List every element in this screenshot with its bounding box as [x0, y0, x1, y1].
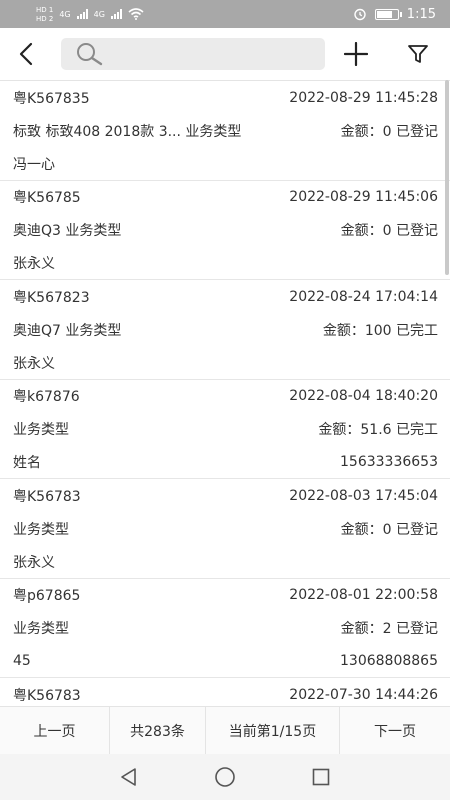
filter-button[interactable] — [400, 36, 436, 72]
scrollbar[interactable] — [445, 80, 449, 275]
record-time: 2022-08-29 11:45:28 — [289, 89, 438, 106]
plus-icon — [344, 42, 368, 66]
list-item[interactable]: 粤p67865 2022-08-01 22:00:58 业务类型 金额：2 已登记 … — [0, 579, 450, 678]
list-item[interactable]: 粤K56783 2022-08-03 17:45:04 业务类型 金额：0 已登记 … — [0, 479, 450, 579]
customer-name: 张永义 — [13, 256, 55, 272]
record-description: 奥迪Q7 业务类型 — [13, 322, 122, 339]
customer-name: 张永义 — [13, 355, 55, 372]
list-item[interactable]: 粤K567823 2022-08-24 17:04:14 奥迪Q7 业务类型 金额：… — [0, 280, 450, 380]
plate-number: 粤K567835 — [13, 90, 90, 107]
record-time: 2022-08-03 17:45:04 — [289, 487, 438, 504]
record-status: 金额：0 已登记 — [340, 223, 438, 239]
record-status: 金额：0 已登记 — [340, 123, 438, 140]
list-item[interactable]: 粤K56785 2022-08-29 11:45:06 奥迪Q3 业务类型 金额：0… — [0, 181, 450, 280]
record-list[interactable]: 粤K567835 2022-08-29 11:45:28 标致 标致408 201… — [0, 80, 450, 706]
record-status: 金额：2 已登记 — [340, 621, 438, 637]
record-time: 2022-07-30 14:44:26 — [289, 686, 438, 703]
record-status: 金额：0 已登记 — [340, 521, 438, 538]
search-icon — [77, 43, 103, 66]
record-time: 2022-08-04 18:40:20 — [289, 388, 438, 404]
wifi-icon — [128, 8, 144, 20]
back-arrow-icon — [19, 42, 33, 66]
signal-icon — [76, 9, 88, 19]
search-input[interactable] — [111, 46, 311, 62]
plate-number: 粤k67876 — [13, 389, 80, 405]
search-box[interactable] — [61, 38, 325, 70]
battery-icon — [374, 8, 402, 20]
list-item[interactable]: 粤K567835 2022-08-29 11:45:28 标致 标致408 201… — [0, 81, 450, 181]
customer-phone: 13068808865 — [340, 653, 438, 669]
toolbar — [0, 28, 450, 80]
sim2-label: HD 2 — [36, 14, 54, 23]
record-status: 金额：51.6 已完工 — [318, 422, 438, 438]
record-time: 2022-08-29 11:45:06 — [289, 189, 438, 205]
customer-name: 张永义 — [13, 554, 55, 571]
plate-number: 粤K56785 — [13, 190, 81, 206]
customer-phone: 15633336653 — [340, 454, 438, 470]
customer-name: 姓名 — [13, 455, 41, 471]
nav-recent-button[interactable] — [273, 754, 369, 800]
status-left: HD 1 HD 2 4G 4G — [36, 6, 144, 23]
list-item[interactable]: 粤k67876 2022-08-04 18:40:20 业务类型 金额：51.6 已… — [0, 380, 450, 479]
net1-label: 4G — [59, 9, 71, 19]
record-description: 业务类型 — [13, 422, 69, 438]
sim1-label: HD 1 — [36, 5, 54, 14]
circle-home-icon — [215, 767, 235, 787]
triangle-back-icon — [121, 768, 136, 786]
system-nav-bar — [0, 754, 450, 800]
record-description: 奥迪Q3 业务类型 — [13, 223, 122, 239]
plate-number: 粤K567823 — [13, 289, 90, 306]
customer-name: 冯一心 — [13, 156, 55, 173]
plate-number: 粤K56783 — [13, 687, 81, 704]
record-description: 业务类型 — [13, 521, 69, 538]
record-time: 2022-08-01 22:00:58 — [289, 587, 438, 603]
current-page-indicator: 当前第1/15页 — [206, 707, 340, 755]
next-page-button[interactable]: 下一页 — [340, 707, 450, 755]
sim-labels: HD 1 HD 2 — [36, 6, 53, 23]
plate-number: 粤K56783 — [13, 488, 81, 505]
add-button[interactable] — [338, 36, 374, 72]
net2-label: 4G — [93, 9, 105, 19]
signal-icon-2 — [110, 9, 122, 19]
nav-home-button[interactable] — [177, 754, 273, 800]
nav-back-button[interactable] — [81, 754, 177, 800]
plate-number: 粤p67865 — [13, 588, 81, 604]
record-status: 金额：100 已完工 — [322, 322, 438, 339]
status-bar: HD 1 HD 2 4G 4G 1:15 — [0, 0, 450, 28]
list-item[interactable]: 粤K56783 2022-07-30 14:44:26 — [0, 678, 450, 706]
alarm-icon — [354, 8, 366, 21]
back-button[interactable] — [0, 28, 52, 80]
record-description: 业务类型 — [13, 621, 69, 637]
status-right: 1:15 — [353, 7, 436, 22]
prev-page-button[interactable]: 上一页 — [0, 707, 110, 755]
filter-icon — [408, 45, 428, 63]
total-count: 共283条 — [110, 707, 206, 755]
record-time: 2022-08-24 17:04:14 — [289, 288, 438, 305]
pager: 上一页 共283条 当前第1/15页 下一页 — [0, 706, 450, 755]
status-time: 1:15 — [406, 6, 436, 22]
square-recent-icon — [312, 768, 330, 786]
customer-name: 45 — [13, 653, 31, 669]
record-description: 标致 标致408 2018款 3... 业务类型 — [13, 123, 242, 140]
